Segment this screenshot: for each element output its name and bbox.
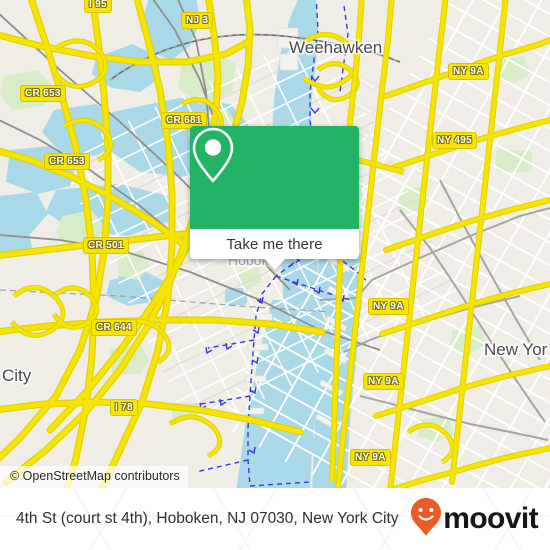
road-shield-ny9a-mid: NY 9A bbox=[368, 298, 409, 315]
road-shield-ny495: NY 495 bbox=[432, 132, 477, 149]
moovit-brand[interactable]: moovit bbox=[410, 497, 539, 542]
moovit-pin-smiley-icon bbox=[410, 497, 442, 542]
moovit-wordmark: moovit bbox=[443, 502, 538, 535]
road-shield-cr501: CR 501 bbox=[83, 237, 129, 254]
map-canvas[interactable]: Weehawken New Yor City Hobok I 95 NJ 3 C… bbox=[0, 0, 550, 488]
road-shield-cr644: CR 644 bbox=[91, 319, 137, 336]
road-shield-i95: I 95 bbox=[84, 0, 112, 13]
map-label-new-york: New Yor bbox=[484, 340, 548, 359]
road-shield-cr653-lower: CR 653 bbox=[44, 153, 90, 170]
road-shield-cr653-upper: CR 653 bbox=[20, 85, 66, 102]
location-popup-card[interactable]: Take me there bbox=[190, 126, 359, 270]
road-shield-ny9a-south: NY 9A bbox=[363, 373, 404, 390]
map-label-weehawken: Weehawken bbox=[289, 38, 383, 57]
popup-card-action-bar[interactable]: Take me there bbox=[190, 229, 359, 270]
road-shield-ny9a-north: NY 9A bbox=[448, 63, 489, 80]
address-text: 4th St (court st 4th), Hoboken, NJ 07030… bbox=[16, 510, 399, 527]
popup-card-header bbox=[190, 126, 359, 229]
road-shield-i78: I 78 bbox=[110, 399, 138, 416]
map-label-jersey-city: City bbox=[2, 366, 32, 385]
footer-bar: 4th St (court st 4th), Hoboken, NJ 07030… bbox=[0, 488, 550, 550]
take-me-there-button[interactable]: Take me there bbox=[226, 236, 322, 253]
osm-attribution[interactable]: © OpenStreetMap contributors bbox=[0, 466, 188, 488]
road-shield-ny9a-lower: NY 9A bbox=[350, 449, 391, 466]
map-screenshot: Weehawken New Yor City Hobok I 95 NJ 3 C… bbox=[0, 0, 550, 550]
popup-pointer-tail bbox=[264, 259, 285, 270]
road-shield-nj3: NJ 3 bbox=[181, 12, 214, 29]
